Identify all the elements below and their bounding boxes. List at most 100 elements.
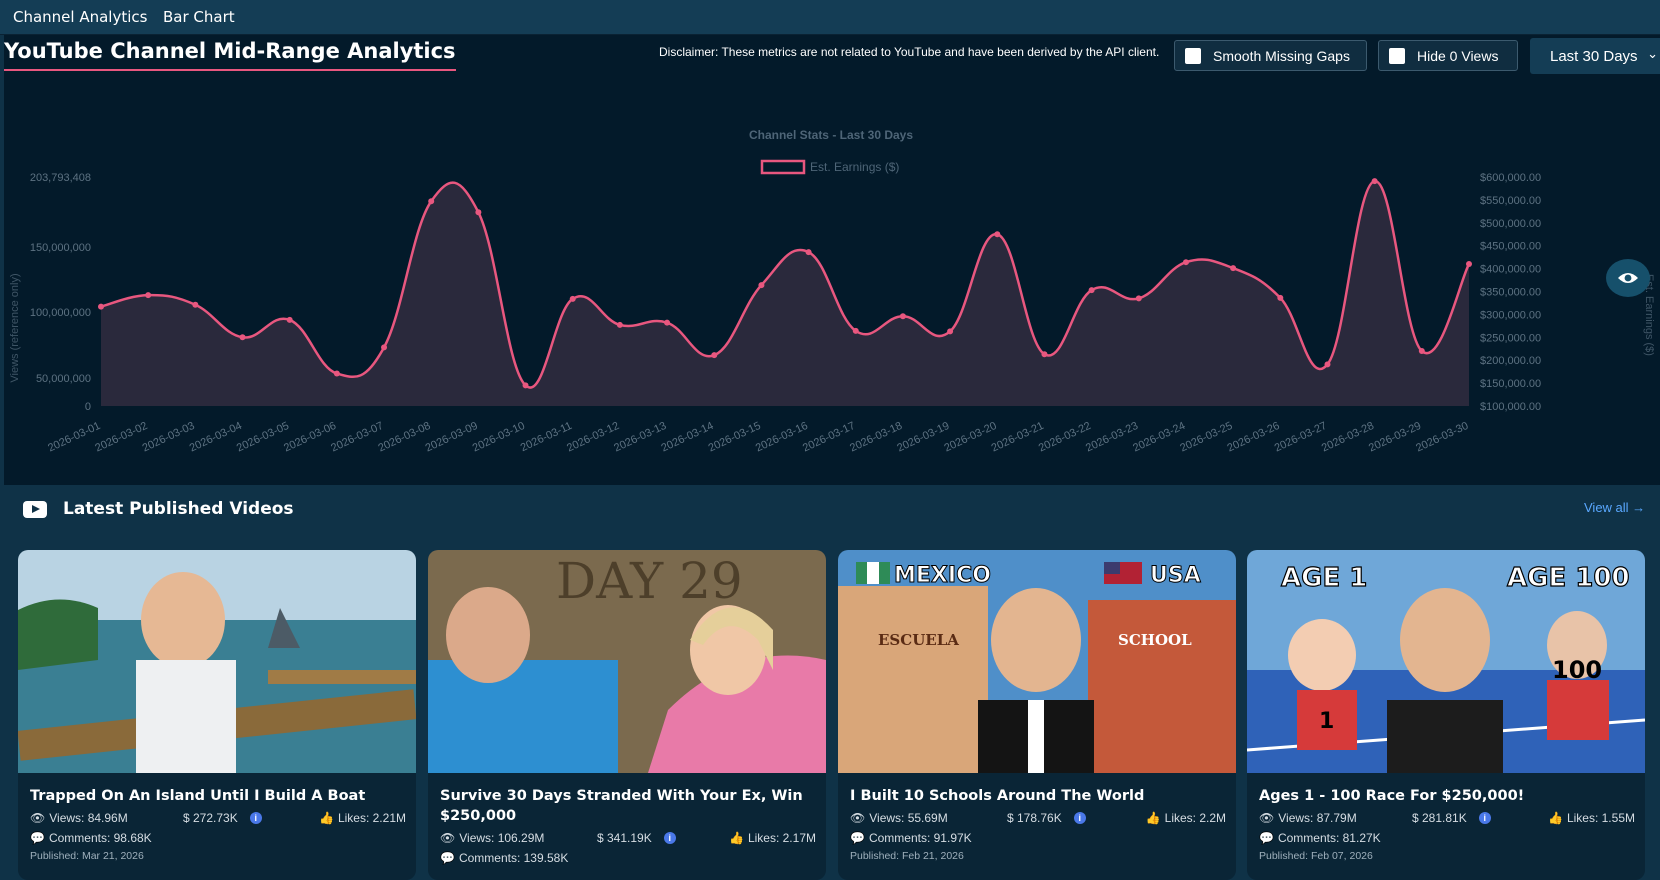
y2-tick-label: $450,000.00 bbox=[1480, 241, 1541, 253]
nav-link-bar-chart[interactable]: Bar Chart bbox=[163, 8, 235, 26]
likes-stat: 👍 Likes: 2.21M bbox=[319, 811, 406, 825]
video-thumbnail[interactable]: AGE 1 AGE 100 1 100 bbox=[1247, 550, 1645, 773]
video-stats-row: 👁 Views: 106.29M $ 341.19K i 👍 Likes: 2.17M bbox=[440, 829, 816, 846]
info-icon[interactable]: i bbox=[1073, 811, 1086, 824]
y-tick-label: 100,000,000 bbox=[30, 307, 91, 319]
video-thumbnail[interactable] bbox=[18, 550, 416, 773]
eye-icon[interactable] bbox=[1606, 259, 1650, 297]
eye-icon: 👁 bbox=[850, 810, 866, 825]
x-tick-label: 2026-03-25 bbox=[1178, 420, 1234, 455]
earnings-point[interactable] bbox=[145, 292, 152, 299]
videos-section-header: Latest Published Videos bbox=[23, 497, 294, 521]
y-axis-title: Views (reference only) bbox=[9, 273, 21, 382]
earnings-point[interactable] bbox=[1371, 178, 1378, 185]
video-card[interactable]: MEXICO USA ESCUELA SCHOOL I Built 10 Sch… bbox=[838, 550, 1236, 880]
y2-tick-label: $400,000.00 bbox=[1480, 264, 1541, 276]
x-tick-label: 2026-03-20 bbox=[942, 420, 998, 455]
video-card[interactable]: Trapped On An Island Until I Build A Boa… bbox=[18, 550, 416, 880]
page-title: YouTube Channel Mid-Range Analytics bbox=[4, 39, 456, 71]
video-title[interactable]: Trapped On An Island Until I Build A Boa… bbox=[30, 786, 406, 806]
earnings-point[interactable] bbox=[239, 334, 246, 341]
eye-icon: 👁 bbox=[1259, 810, 1275, 825]
earnings-point[interactable] bbox=[1041, 351, 1048, 358]
earnings-point[interactable] bbox=[286, 316, 293, 323]
earnings-point[interactable] bbox=[1277, 294, 1284, 301]
thumbs-up-icon: 👍 bbox=[319, 810, 334, 825]
video-card[interactable]: AGE 1 AGE 100 1 100 Ages 1 - 100 Race Fo… bbox=[1247, 550, 1645, 880]
earnings-point[interactable] bbox=[852, 327, 859, 334]
info-icon[interactable]: i bbox=[663, 831, 676, 844]
video-thumbnail[interactable]: MEXICO USA ESCUELA SCHOOL bbox=[838, 550, 1236, 773]
x-tick-label: 2026-03-24 bbox=[1131, 420, 1187, 455]
earnings-point[interactable] bbox=[994, 231, 1001, 238]
y2-tick-label: $300,000.00 bbox=[1480, 309, 1541, 321]
earnings-point[interactable] bbox=[428, 198, 435, 205]
x-tick-label: 2026-03-19 bbox=[895, 420, 951, 455]
video-stats-row: 👁 Views: 55.69M $ 178.76K i 👍 Likes: 2.2M bbox=[850, 809, 1226, 826]
earnings-point[interactable] bbox=[1230, 265, 1237, 272]
earnings-point[interactable] bbox=[1088, 287, 1095, 294]
view-all-link[interactable]: View all → bbox=[1584, 500, 1645, 515]
views-value: Views: 55.69M bbox=[869, 810, 948, 825]
x-tick-label: 2026-03-26 bbox=[1225, 420, 1281, 455]
earnings-point[interactable] bbox=[664, 319, 671, 326]
video-card-body: Survive 30 Days Stranded With Your Ex, W… bbox=[440, 786, 816, 866]
earnings-point[interactable] bbox=[805, 249, 812, 256]
video-title[interactable]: Survive 30 Days Stranded With Your Ex, W… bbox=[440, 786, 816, 826]
smooth-missing-gaps-toggle[interactable]: Smooth Missing Gaps bbox=[1174, 40, 1367, 71]
earnings-point[interactable] bbox=[1135, 295, 1142, 302]
views-stat: 👁 Views: 106.29M bbox=[440, 831, 597, 845]
comments-value: Comments: 81.27K bbox=[1277, 830, 1381, 845]
views-stat: 👁 Views: 55.69M bbox=[850, 811, 1007, 825]
date-range-label: Last 30 Days bbox=[1550, 47, 1638, 65]
video-title[interactable]: Ages 1 - 100 Race For $250,000! bbox=[1259, 786, 1635, 806]
hide-zero-views-toggle[interactable]: Hide 0 Views bbox=[1378, 40, 1518, 71]
date-range-select[interactable]: Last 30 Days ⌄ bbox=[1530, 38, 1660, 74]
x-tick-label: 2026-03-18 bbox=[848, 420, 904, 455]
earnings-point[interactable] bbox=[1418, 348, 1425, 355]
legend-swatch[interactable] bbox=[760, 159, 806, 175]
earnings-point[interactable] bbox=[98, 303, 104, 310]
earnings-point[interactable] bbox=[947, 328, 954, 335]
nav-link-channel-analytics[interactable]: Channel Analytics bbox=[13, 8, 147, 26]
earnings-point[interactable] bbox=[475, 209, 482, 216]
thumbnail-text: USA bbox=[1150, 563, 1201, 588]
analytics-panel: YouTube Channel Mid-Range Analytics Disc… bbox=[4, 35, 1660, 485]
checkbox-icon[interactable] bbox=[1389, 47, 1405, 64]
checkbox-icon[interactable] bbox=[1185, 47, 1201, 64]
earnings-point[interactable] bbox=[711, 352, 718, 359]
x-tick-label: 2026-03-08 bbox=[376, 420, 432, 455]
earnings-value: $ 272.73K bbox=[183, 810, 238, 825]
x-tick-label: 2026-03-04 bbox=[188, 420, 244, 455]
earnings-point[interactable] bbox=[758, 282, 765, 289]
comments-row: 💬 Comments: 91.97K bbox=[850, 829, 1226, 846]
earnings-point[interactable] bbox=[616, 321, 623, 328]
info-icon[interactable]: i bbox=[249, 811, 262, 824]
thumbs-up-icon: 👍 bbox=[1548, 810, 1563, 825]
earnings-point[interactable] bbox=[522, 382, 529, 389]
likes-value: Likes: 2.2M bbox=[1164, 810, 1226, 825]
video-title[interactable]: I Built 10 Schools Around The World bbox=[850, 786, 1226, 806]
x-tick-label: 2026-03-02 bbox=[93, 420, 149, 455]
earnings-point[interactable] bbox=[569, 295, 576, 302]
earnings-point[interactable] bbox=[381, 344, 388, 351]
earnings-point[interactable] bbox=[1182, 259, 1189, 266]
earnings-point[interactable] bbox=[1324, 361, 1331, 368]
views-value: Views: 84.96M bbox=[49, 810, 128, 825]
info-icon[interactable]: i bbox=[1478, 811, 1491, 824]
earnings-point[interactable] bbox=[1466, 261, 1472, 268]
y-tick-label: 203,793,408 bbox=[30, 172, 91, 184]
views-value: Views: 106.29M bbox=[459, 830, 545, 845]
thumbs-up-icon: 👍 bbox=[729, 830, 744, 845]
x-tick-label: 2026-03-13 bbox=[612, 420, 668, 455]
y2-tick-label: $250,000.00 bbox=[1480, 332, 1541, 344]
thumbnail-text: AGE 1 bbox=[1281, 563, 1367, 593]
earnings-point[interactable] bbox=[899, 313, 906, 320]
earnings-point[interactable] bbox=[192, 301, 199, 308]
earnings-point[interactable] bbox=[333, 370, 340, 377]
eye-icon: 👁 bbox=[30, 810, 46, 825]
video-card[interactable]: DAY 29 Survive 30 Days Stranded With You… bbox=[428, 550, 826, 880]
video-thumbnail[interactable]: DAY 29 bbox=[428, 550, 826, 773]
comments-value: Comments: 139.58K bbox=[458, 850, 569, 865]
published-date: Published: Mar 21, 2026 bbox=[30, 850, 144, 862]
